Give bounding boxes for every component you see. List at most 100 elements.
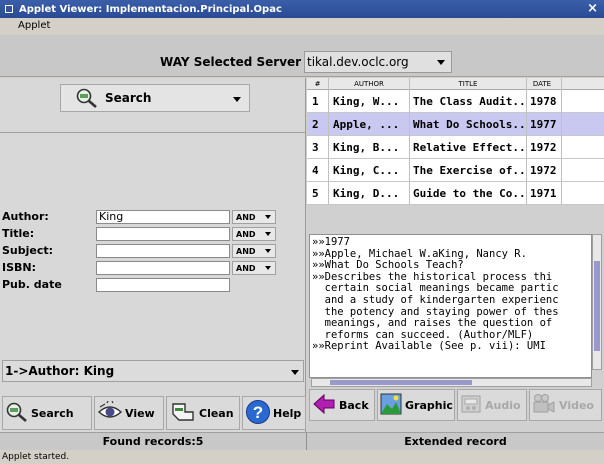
divider (0, 132, 306, 133)
clean-button-label: Clean (199, 406, 234, 420)
picture-icon (380, 393, 405, 418)
row-date: 1971 (530, 187, 557, 200)
found-records-status: Found records:5 (102, 435, 204, 448)
clean-button[interactable]: Clean (166, 396, 240, 430)
row-date: 1972 (530, 164, 557, 177)
search-button-label: Search (31, 406, 74, 420)
history-select[interactable]: 1->Author: King (2, 360, 304, 382)
eraser-icon (169, 400, 199, 427)
help-button[interactable]: ? Help (242, 396, 306, 430)
search-button[interactable]: Search (2, 396, 92, 430)
author-field[interactable]: King (96, 210, 230, 224)
extended-record-status: Extended record (404, 435, 507, 448)
chevron-down-icon (265, 232, 271, 236)
server-label: WAY Selected Server : (160, 55, 311, 69)
row-author: Apple, ... (333, 118, 400, 131)
applet-status: Applet started. (0, 450, 604, 464)
server-value: tikal.dev.oclc.org (307, 55, 409, 69)
record-line: »»Reprint Available (See p. vii): UMI (312, 340, 546, 353)
audio-button-label: Audio (485, 398, 521, 412)
table-row[interactable]: 5 King, D... Guide to the Co... 1971 (307, 182, 604, 205)
isbn-operator-select[interactable]: AND (232, 261, 276, 275)
search-panel: Search Author: King AND Title: AND Subje… (0, 78, 306, 432)
row-date: 1977 (530, 118, 557, 131)
search-type-select[interactable]: Search (60, 84, 250, 112)
record-vertical-scrollbar[interactable] (592, 234, 602, 370)
row-num: 3 (312, 141, 319, 154)
scrollbar-thumb[interactable] (594, 261, 600, 351)
table-row[interactable]: 1 King, W... The Class Audit... 1978 (307, 90, 604, 113)
author-operator-value: AND (236, 213, 256, 222)
search-buttons: Search View Clean ? Help (0, 396, 306, 430)
row-author: King, B... (333, 141, 400, 154)
extended-record-text[interactable]: »»1977 »»Apple, Michael W.aKing, Nancy R.… (309, 234, 592, 378)
view-button-label: View (125, 406, 155, 420)
audio-icon (460, 393, 485, 418)
row-num: 1 (312, 95, 319, 108)
table-header: # AUTHOR TITLE DATE (307, 78, 604, 90)
window-title: Applet Viewer: Implementacion.Principal.… (19, 3, 282, 15)
record-line: »»1977 (312, 236, 350, 248)
record-line: and a study of kindergarten experienc (312, 293, 559, 306)
back-button-label: Back (339, 398, 369, 412)
help-icon: ? (245, 399, 273, 428)
arrow-left-icon (312, 393, 339, 418)
view-button[interactable]: View (94, 396, 164, 430)
results-table: # AUTHOR TITLE DATE 1 King, W... The Cla… (307, 78, 604, 205)
chevron-down-icon (265, 249, 271, 253)
video-button-label: Video (559, 398, 594, 412)
media-buttons: Back Graphic Audio Video (307, 389, 604, 423)
graphic-button[interactable]: Graphic (377, 389, 455, 421)
chevron-down-icon (265, 266, 271, 270)
pubdate-label: Pub. date (2, 278, 62, 291)
column-header-title[interactable]: TITLE (410, 80, 526, 88)
menu-item-applet[interactable]: Applet (18, 20, 50, 31)
table-row[interactable]: 2 Apple, ... What Do Schools... 1977 (307, 113, 604, 136)
close-icon[interactable]: × (587, 1, 598, 16)
chevron-down-icon (233, 97, 241, 102)
column-header-date[interactable]: DATE (527, 80, 557, 88)
pubdate-field[interactable] (96, 278, 230, 292)
server-select[interactable]: tikal.dev.oclc.org (304, 51, 452, 73)
results-panel: # AUTHOR TITLE DATE 1 King, W... The Cla… (307, 78, 604, 432)
column-divider (328, 78, 329, 204)
isbn-field[interactable] (96, 261, 230, 275)
table-row[interactable]: 3 King, B... Relative Effect... 1972 (307, 136, 604, 159)
video-button[interactable]: Video (529, 389, 602, 421)
graphic-button-label: Graphic (405, 398, 453, 412)
record-line: meanings, and raises the question of (312, 317, 553, 330)
subject-label: Subject: (2, 244, 54, 257)
subject-field[interactable] (96, 244, 230, 258)
window-titlebar: Applet Viewer: Implementacion.Principal.… (0, 0, 604, 18)
subject-operator-select[interactable]: AND (232, 244, 276, 258)
column-divider (526, 78, 527, 204)
column-header-num[interactable]: # (307, 80, 328, 88)
help-button-label: Help (273, 406, 302, 420)
record-horizontal-scrollbar[interactable] (311, 378, 592, 387)
history-value: 1->Author: King (5, 364, 115, 378)
audio-button[interactable]: Audio (457, 389, 527, 421)
title-operator-select[interactable]: AND (232, 227, 276, 241)
table-row[interactable]: 4 King, C... The Exercise of... 1972 (307, 159, 604, 182)
video-camera-icon (532, 393, 559, 418)
row-title: What Do Schools... (413, 118, 527, 131)
subject-operator-value: AND (236, 247, 256, 256)
title-label: Title: (2, 227, 35, 240)
author-operator-select[interactable]: AND (232, 210, 276, 224)
row-title: The Class Audit... (413, 95, 527, 108)
window-menu-icon[interactable] (5, 5, 13, 13)
column-header-author[interactable]: AUTHOR (329, 80, 409, 88)
scrollbar-thumb[interactable] (330, 380, 472, 385)
magnifier-icon (5, 401, 31, 426)
chevron-down-icon (437, 60, 445, 65)
isbn-label: ISBN: (2, 261, 37, 274)
title-field[interactable] (96, 227, 230, 241)
magnifier-icon (75, 87, 99, 112)
row-num: 2 (312, 118, 319, 131)
row-author: King, W... (333, 95, 400, 108)
chevron-down-icon (265, 215, 271, 219)
title-operator-value: AND (236, 230, 256, 239)
back-button[interactable]: Back (309, 389, 375, 421)
eye-icon (97, 400, 125, 426)
row-num: 5 (312, 187, 319, 200)
